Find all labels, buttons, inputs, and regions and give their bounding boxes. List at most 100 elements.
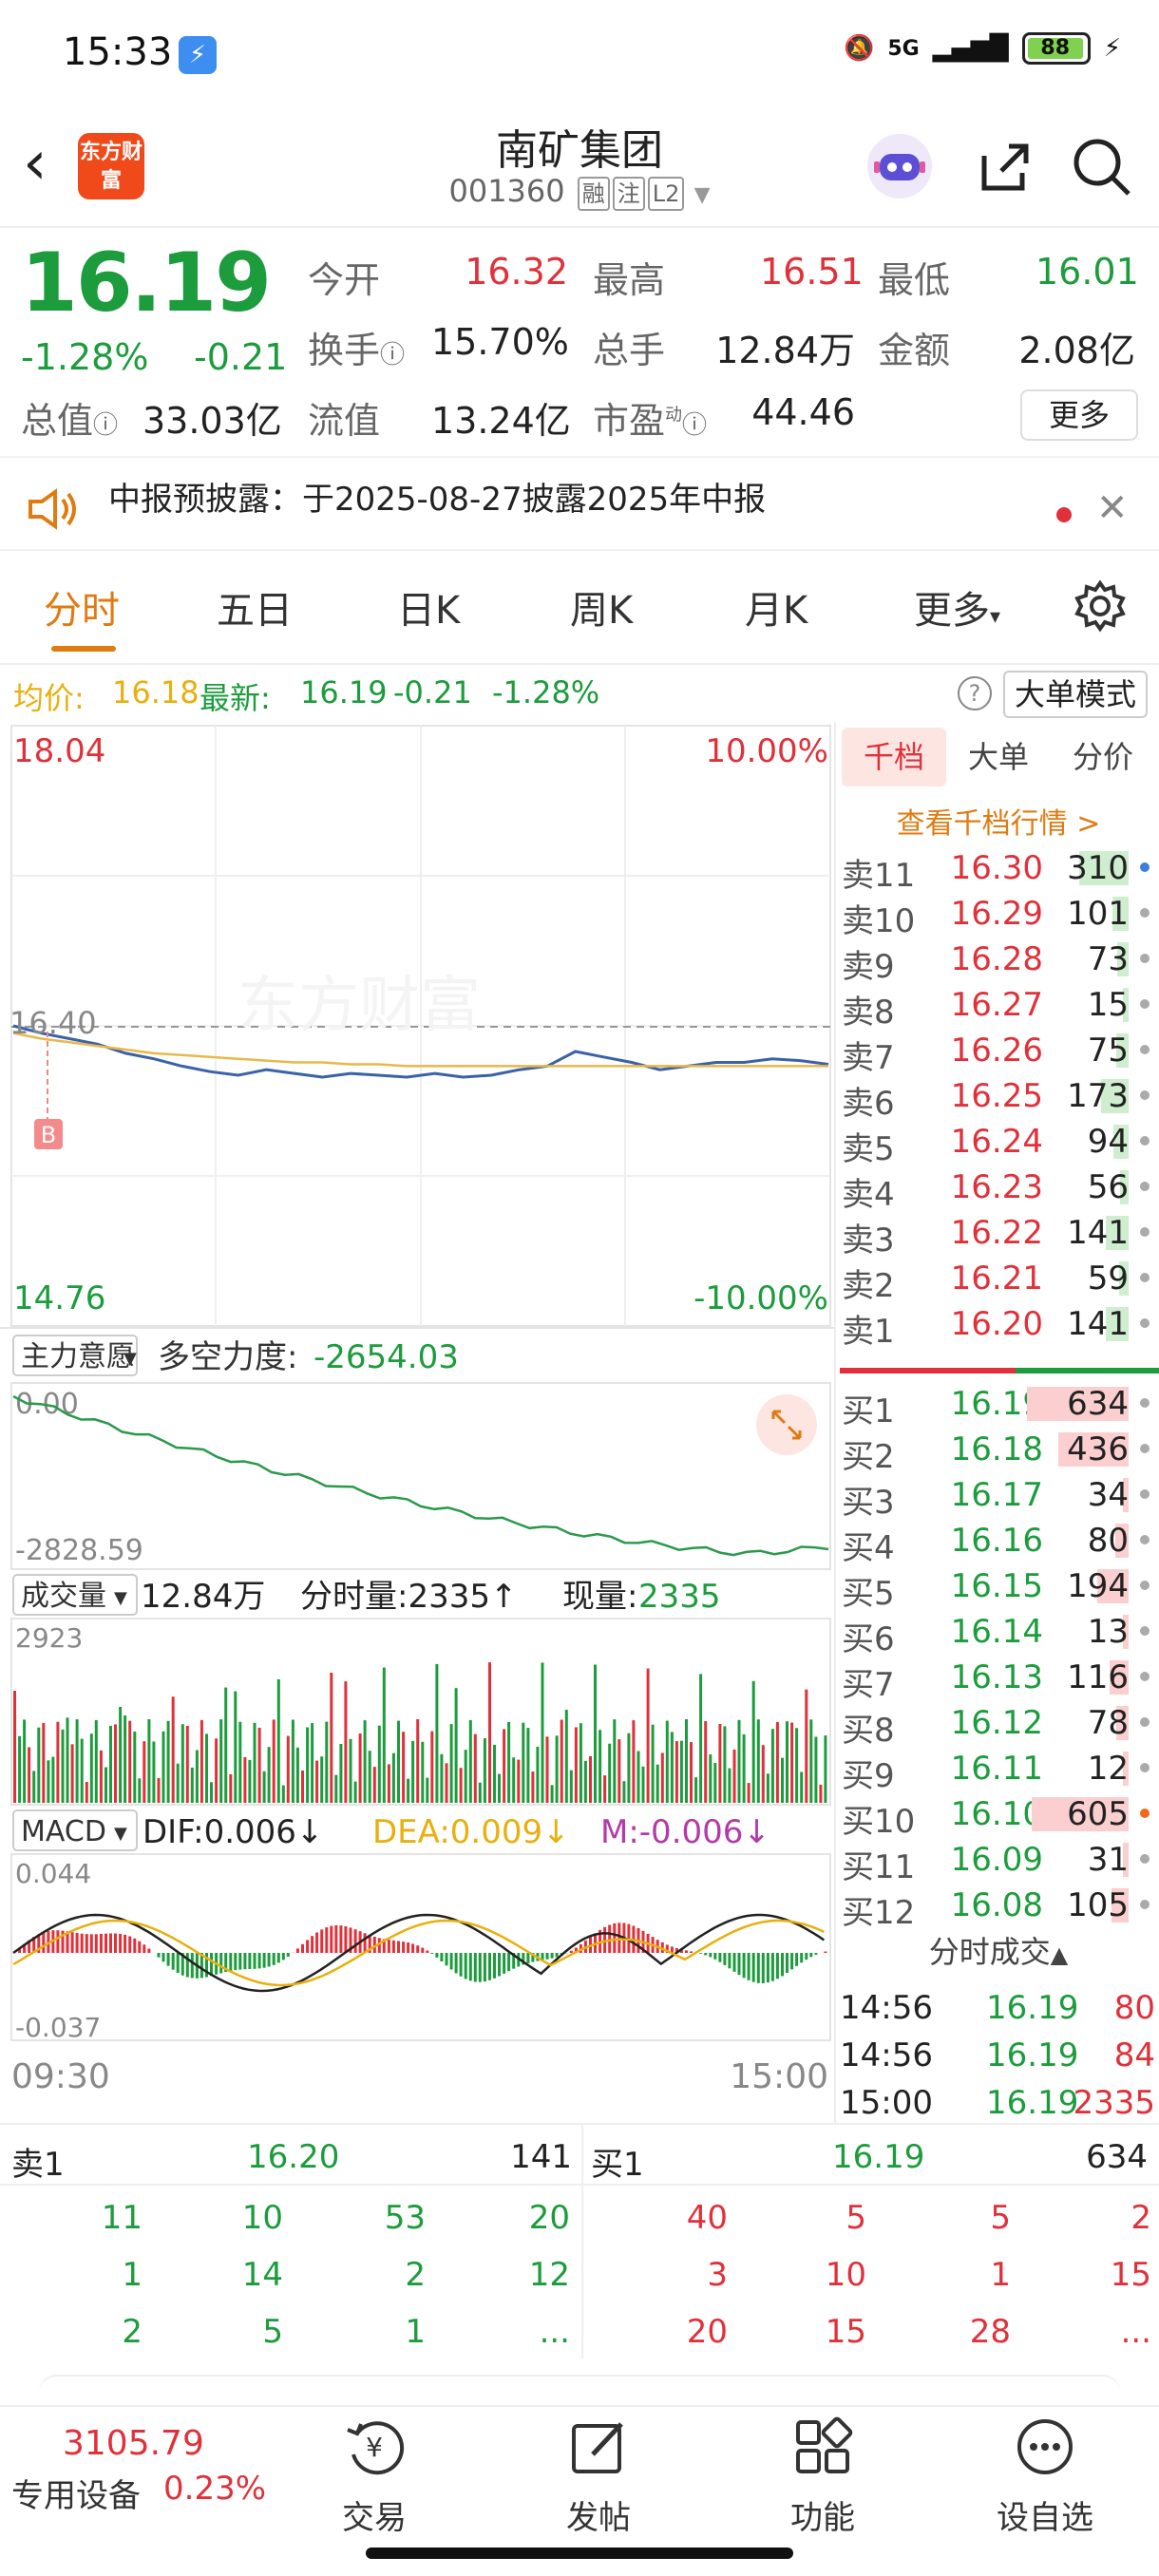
notice-bar[interactable]: 中报预披露：于2025-08-27披露2025年中报 ✕ bbox=[0, 456, 1159, 551]
tab-big-order[interactable]: 大单 bbox=[946, 728, 1051, 786]
sell-queue-cell: ... bbox=[539, 2313, 570, 2351]
bid-row[interactable]: 买6 16.14 13 bbox=[836, 1609, 1159, 1658]
ask-row[interactable]: 卖3 16.22 141 bbox=[836, 1210, 1159, 1260]
bid-row[interactable]: 买10 16.10 605 bbox=[836, 1791, 1159, 1841]
back-icon[interactable]: ‹ bbox=[23, 133, 48, 194]
tab-price-dist[interactable]: 分价 bbox=[1051, 728, 1155, 786]
tab-intraday[interactable]: 分时 bbox=[44, 579, 120, 635]
tab-weekly-k[interactable]: 周K bbox=[570, 579, 633, 635]
buy-marker[interactable]: B bbox=[41, 1122, 56, 1148]
dropdown-icon[interactable]: ▼ bbox=[124, 1349, 137, 1369]
dropdown-icon[interactable]: ▼ bbox=[114, 1824, 127, 1844]
tab-five-day[interactable]: 五日 bbox=[217, 579, 293, 635]
info-icon[interactable]: ⓘ bbox=[93, 411, 118, 440]
volume-bar bbox=[679, 1740, 683, 1803]
macd-bar bbox=[402, 1941, 406, 1953]
nav-add-watchlist[interactable]: 设自选 bbox=[969, 2416, 1121, 2538]
ask-row[interactable]: 卖2 16.21 59 bbox=[836, 1256, 1159, 1305]
index-label[interactable]: 专用设备 bbox=[11, 2470, 141, 2516]
tab-thousand-level[interactable]: 千档 bbox=[842, 728, 946, 786]
more-button[interactable]: 更多 bbox=[1020, 389, 1138, 441]
dropdown-icon[interactable]: ▼ bbox=[694, 183, 711, 207]
volume-bar bbox=[205, 1733, 208, 1803]
ask-row[interactable]: 卖9 16.28 73 bbox=[836, 937, 1159, 986]
bid-row[interactable]: 买5 16.15 194 bbox=[836, 1563, 1159, 1613]
macd-bar bbox=[464, 1953, 467, 1979]
intraday-chart[interactable]: 东方财富 B 18.04 16.40 14.76 10.00% -10.00% … bbox=[0, 722, 834, 2123]
ask-row[interactable]: 卖6 16.25 173 bbox=[836, 1073, 1159, 1123]
volume-bar bbox=[699, 1674, 703, 1803]
macd-bar bbox=[176, 1953, 180, 1973]
dropdown-icon[interactable]: ▼ bbox=[114, 1588, 127, 1608]
bid-row[interactable]: 买9 16.11 12 bbox=[836, 1746, 1159, 1795]
level-price: 16.13 bbox=[950, 1658, 1043, 1696]
bid-row[interactable]: 买7 16.13 116 bbox=[836, 1655, 1159, 1704]
ask-row[interactable]: 卖1 16.20 141 bbox=[836, 1301, 1159, 1351]
macd-selector[interactable]: MACD bbox=[21, 1815, 106, 1848]
volume-bar bbox=[176, 1763, 180, 1803]
volume-bar bbox=[690, 1742, 693, 1803]
nav-trade[interactable]: ¥ 交易 bbox=[298, 2416, 450, 2538]
share-icon[interactable] bbox=[969, 131, 1039, 201]
ask-row[interactable]: 卖7 16.26 75 bbox=[836, 1028, 1159, 1077]
ask-row[interactable]: 卖8 16.27 15 bbox=[836, 982, 1159, 1032]
time-axis-start: 09:30 bbox=[11, 2057, 110, 2096]
bid-row[interactable]: 买3 16.17 34 bbox=[836, 1472, 1159, 1522]
level-price: 16.29 bbox=[950, 895, 1043, 933]
tab-more[interactable]: 更多▾ bbox=[914, 579, 1000, 635]
buy-queue-cell: 3 bbox=[707, 2256, 728, 2294]
level-dot bbox=[1140, 1398, 1150, 1408]
trade-ticks-header[interactable]: 分时成交▲ bbox=[836, 1928, 1159, 1972]
bid-row[interactable]: 买1 16.19 634 bbox=[836, 1381, 1159, 1430]
close-icon[interactable]: ✕ bbox=[1096, 486, 1129, 530]
thousand-level-link[interactable]: 查看千档行情 > bbox=[836, 800, 1159, 842]
help-icon[interactable]: ? bbox=[958, 676, 992, 710]
volume-bar bbox=[503, 1729, 506, 1803]
ask-row[interactable]: 卖4 16.23 56 bbox=[836, 1165, 1159, 1214]
index-value[interactable]: 3105.79 bbox=[63, 2424, 204, 2463]
tab-monthly-k[interactable]: 月K bbox=[745, 579, 808, 635]
settings-icon[interactable] bbox=[1074, 579, 1127, 636]
main-intent-selector[interactable]: 主力意愿 bbox=[21, 1340, 135, 1373]
ask-row[interactable]: 卖11 16.30 310 bbox=[836, 845, 1159, 895]
info-icon[interactable]: ⓘ bbox=[682, 411, 707, 440]
nav-post[interactable]: 发帖 bbox=[522, 2416, 674, 2538]
macd-bar bbox=[421, 1947, 425, 1953]
level-label: 买3 bbox=[842, 1484, 895, 1522]
nav-functions[interactable]: 功能 bbox=[747, 2416, 899, 2538]
bid-row[interactable]: 买12 16.08 105 bbox=[836, 1883, 1159, 1932]
robot-assistant-icon[interactable] bbox=[864, 131, 935, 201]
volume-bar bbox=[550, 1785, 554, 1803]
tick-volume: 分时量:2335↑ bbox=[300, 1578, 517, 1616]
macd-bar bbox=[272, 1953, 276, 1965]
macd-bar bbox=[824, 1951, 827, 1953]
sell-queue-cell: 11 bbox=[101, 2199, 142, 2237]
info-icon[interactable]: ⓘ bbox=[380, 341, 405, 369]
volume-bar bbox=[257, 1727, 261, 1803]
bid-row[interactable]: 买11 16.09 31 bbox=[836, 1837, 1159, 1886]
volume-bar bbox=[747, 1783, 750, 1803]
buy-queue-cell: 40 bbox=[686, 2199, 728, 2237]
volume-bar bbox=[622, 1781, 626, 1803]
volume-bar bbox=[339, 1744, 343, 1803]
tag-margin: 融 bbox=[577, 177, 610, 211]
home-indicator[interactable] bbox=[366, 2548, 793, 2559]
sell-queue-cell: 12 bbox=[528, 2256, 570, 2294]
level-price: 16.24 bbox=[950, 1123, 1043, 1161]
level-dot bbox=[1140, 1045, 1150, 1054]
bid-row[interactable]: 买2 16.18 436 bbox=[836, 1427, 1159, 1476]
tab-daily-k[interactable]: 日K bbox=[397, 579, 460, 635]
big-order-mode-button[interactable]: 大单模式 bbox=[1003, 671, 1149, 718]
level-dot bbox=[1140, 1809, 1150, 1818]
ask-row[interactable]: 卖5 16.24 94 bbox=[836, 1119, 1159, 1168]
bid-row[interactable]: 买8 16.12 78 bbox=[836, 1700, 1159, 1750]
level-dot bbox=[1140, 999, 1150, 1009]
volume-bar bbox=[421, 1741, 425, 1803]
buy-queue-cell: 5 bbox=[846, 2199, 866, 2237]
volume-selector[interactable]: 成交量 bbox=[21, 1580, 106, 1613]
index-change[interactable]: 0.23% bbox=[163, 2470, 266, 2508]
search-icon[interactable] bbox=[1066, 131, 1136, 201]
bid-row[interactable]: 买4 16.16 80 bbox=[836, 1518, 1159, 1567]
level-price: 16.14 bbox=[950, 1613, 1043, 1651]
ask-row[interactable]: 卖10 16.29 101 bbox=[836, 891, 1159, 940]
